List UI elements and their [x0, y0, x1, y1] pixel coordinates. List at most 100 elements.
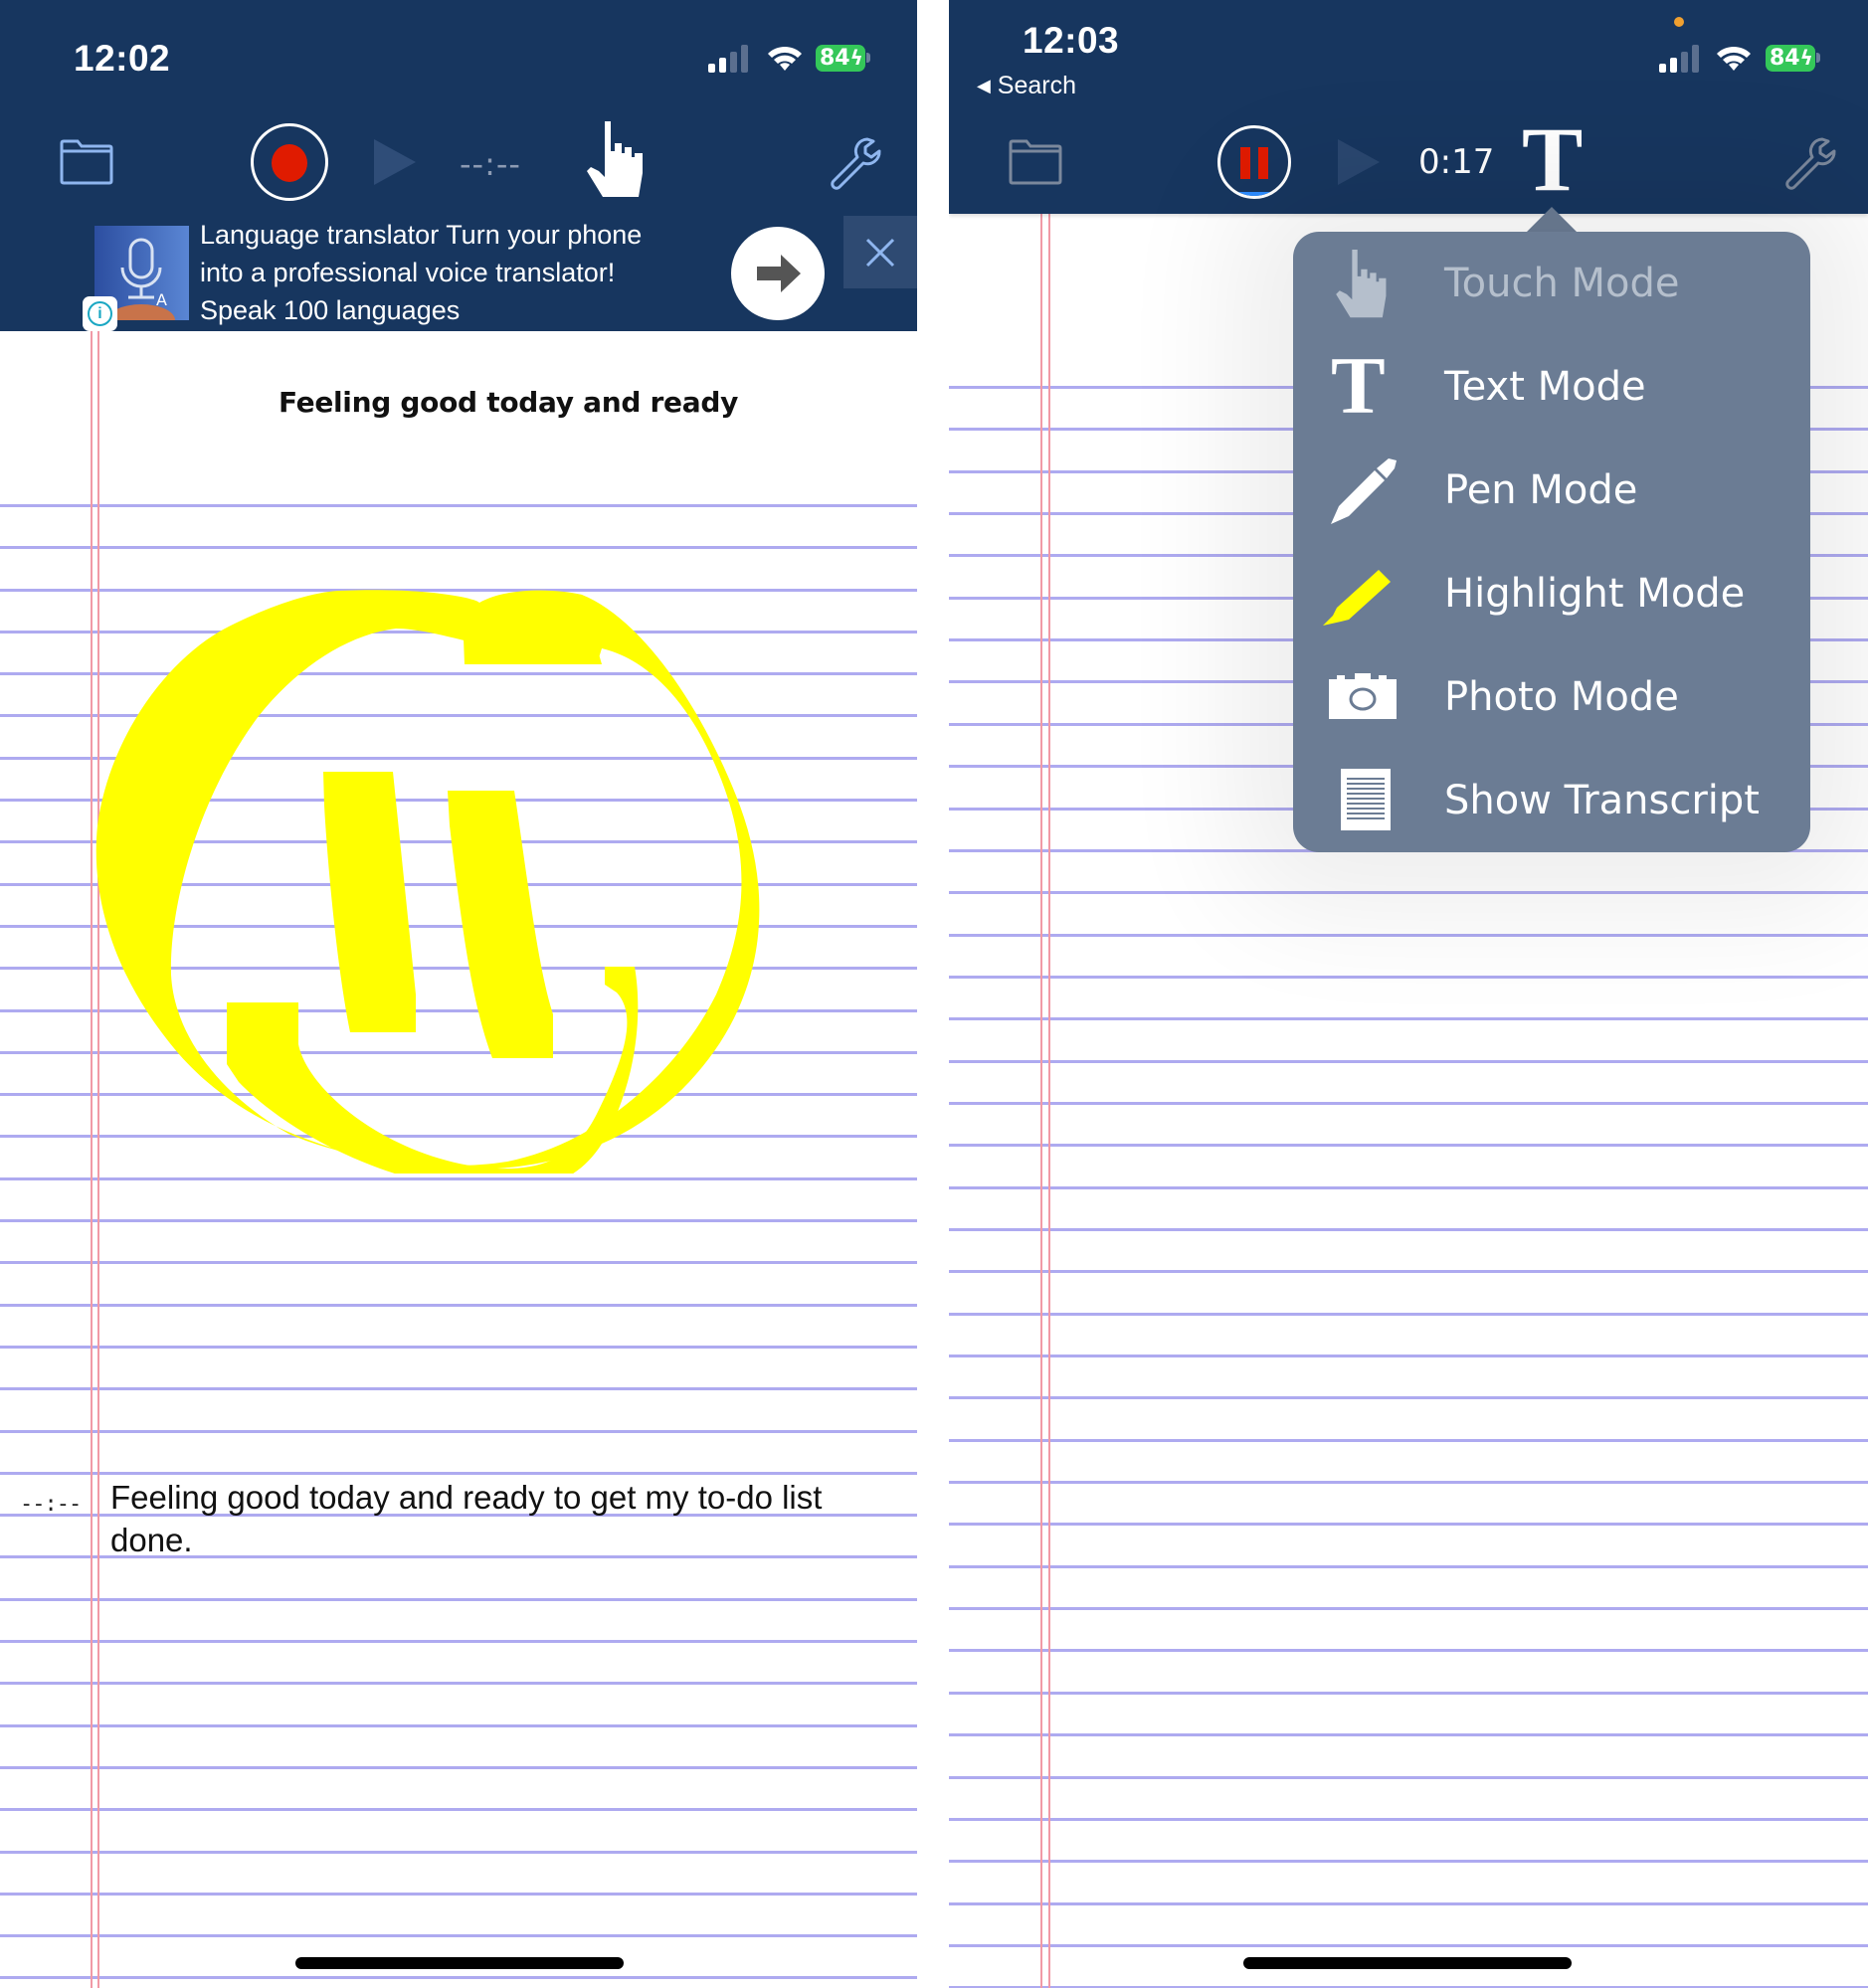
menu-item-touch-mode[interactable]: Touch Mode	[1293, 232, 1810, 335]
ruled-line	[949, 1439, 1868, 1442]
menu-item-label: Photo Mode	[1444, 674, 1679, 720]
ruled-line	[949, 1944, 1868, 1947]
menu-item-pen-mode[interactable]: Pen Mode	[1293, 439, 1810, 542]
highlighter-icon	[1323, 570, 1391, 626]
recording-level	[1230, 192, 1278, 196]
play-button[interactable]	[1338, 139, 1382, 185]
ruled-line	[0, 1219, 917, 1222]
ruled-line	[949, 1860, 1868, 1863]
note-heading[interactable]: Feeling good today and ready	[0, 386, 917, 419]
cellular-signal-icon	[1659, 45, 1699, 73]
ruled-line	[949, 1902, 1868, 1905]
menu-item-highlight-mode[interactable]: Highlight Mode	[1293, 542, 1810, 645]
battery-indicator: 84ϟ	[1766, 45, 1815, 72]
ruled-line	[0, 1598, 917, 1601]
arrow-right-icon	[757, 255, 801, 292]
ruled-line	[0, 1346, 917, 1349]
popover-arrow	[1526, 207, 1578, 233]
menu-item-label: Text Mode	[1444, 364, 1646, 410]
ruled-line	[949, 1565, 1868, 1568]
ruled-line	[949, 1313, 1868, 1316]
menu-item-text-mode[interactable]: T Text Mode	[1293, 335, 1810, 439]
pause-icon	[1240, 147, 1250, 179]
ruled-line	[949, 1228, 1868, 1231]
transcript-text[interactable]: Feeling good today and ready to get my t…	[110, 1476, 896, 1561]
left-screen: Feeling good today and ready --:-- Feeli…	[0, 0, 917, 1988]
pen-icon	[1331, 458, 1397, 524]
ruled-line	[949, 934, 1868, 937]
play-button[interactable]	[374, 139, 418, 185]
ruled-line	[0, 1934, 917, 1937]
ruled-line	[949, 1692, 1868, 1695]
menu-item-show-transcript[interactable]: Show Transcript	[1293, 749, 1810, 852]
ruled-line	[0, 1724, 917, 1727]
folder-icon[interactable]	[1009, 139, 1062, 185]
back-to-search-link[interactable]: ◀ Search	[977, 72, 1076, 100]
wrench-icon	[1785, 137, 1836, 190]
pause-icon	[1258, 147, 1268, 179]
info-icon: i	[88, 301, 112, 326]
ad-text-line2[interactable]: into a professional voice translator!	[200, 254, 615, 291]
highlighter-drawing[interactable]	[80, 577, 796, 1174]
privacy-indicator-dot	[1674, 17, 1684, 27]
ad-info-button[interactable]: i	[83, 296, 117, 331]
ruled-line	[0, 1808, 917, 1811]
margin-line	[1040, 0, 1042, 1988]
battery-percent: 84	[1770, 46, 1800, 71]
ruled-line	[0, 1893, 917, 1896]
home-indicator[interactable]	[1243, 1957, 1572, 1969]
ruled-line	[949, 976, 1868, 979]
smiley-outline-stroke	[95, 590, 760, 1170]
touch-mode-button[interactable]	[585, 121, 651, 199]
ruled-line	[0, 1682, 917, 1685]
wifi-icon	[1717, 46, 1751, 71]
margin-line	[1048, 0, 1050, 1988]
ad-text-line1[interactable]: Language translator Turn your phone	[200, 216, 642, 254]
ruled-line	[0, 1304, 917, 1307]
folder-icon[interactable]	[60, 139, 113, 185]
battery-indicator: 84ϟ	[816, 45, 865, 72]
close-icon	[865, 238, 895, 268]
ad-close-button[interactable]	[843, 216, 917, 288]
ruled-line	[0, 1766, 917, 1769]
screenshot-divider	[917, 0, 949, 1988]
pause-button[interactable]	[1217, 125, 1291, 199]
settings-button[interactable]	[1782, 135, 1838, 191]
text-mode-button[interactable]: T	[1522, 113, 1583, 205]
text-t-icon: T	[1331, 340, 1386, 431]
touch-hand-icon	[1336, 250, 1387, 318]
ruled-line	[949, 1523, 1868, 1526]
ruled-line	[949, 1481, 1868, 1484]
record-button[interactable]	[251, 123, 328, 201]
ruled-line	[949, 1270, 1868, 1273]
transcript-document-icon	[1341, 769, 1391, 830]
smiley-right-eye	[448, 791, 553, 1058]
ruled-line	[0, 1261, 917, 1264]
smiley-left-eye	[323, 772, 416, 1032]
smiley-top-stroke	[463, 592, 602, 664]
ad-text-line3[interactable]: Speak 100 languages	[200, 291, 460, 329]
settings-button[interactable]	[828, 135, 883, 191]
home-indicator[interactable]	[295, 1957, 624, 1969]
ruled-line	[949, 1649, 1868, 1652]
ruled-line	[949, 1607, 1868, 1610]
battery-tip	[1816, 53, 1820, 63]
menu-item-label: Highlight Mode	[1444, 571, 1746, 617]
ad-go-button[interactable]	[731, 227, 825, 320]
ruled-line	[949, 1776, 1868, 1779]
wrench-icon	[831, 137, 881, 190]
app-header: 12:03 ◀ Search 84ϟ 0:17 T	[949, 0, 1868, 214]
ruled-line	[949, 1396, 1868, 1399]
status-time: 12:03	[1023, 20, 1120, 61]
record-icon	[272, 144, 307, 182]
camera-icon	[1329, 673, 1397, 719]
ruled-line	[949, 1818, 1868, 1821]
menu-item-photo-mode[interactable]: Photo Mode	[1293, 645, 1810, 749]
ruled-line	[949, 1186, 1868, 1189]
ruled-line	[0, 1640, 917, 1643]
ruled-line	[949, 1144, 1868, 1147]
ruled-line	[0, 1387, 917, 1390]
ruled-line	[949, 1733, 1868, 1736]
transcript-timestamp[interactable]: --:--	[20, 1492, 82, 1517]
ruled-line	[0, 1472, 917, 1475]
